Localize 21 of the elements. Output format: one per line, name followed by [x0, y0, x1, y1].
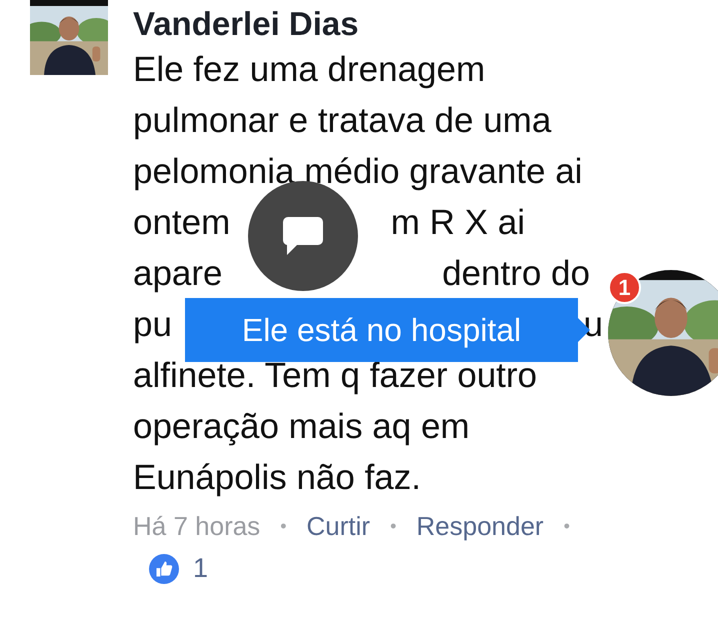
author-name[interactable]: Vanderlei Dias [133, 4, 603, 44]
comment-text: apare [133, 253, 223, 295]
comment-text: Ele fez uma drenagem [133, 49, 486, 91]
separator-dot: • [390, 515, 396, 538]
message-icon [283, 217, 323, 255]
comment-text: pu [133, 304, 172, 346]
comment-text: operação mais aq em [133, 406, 470, 448]
action-link[interactable]: Curtir [306, 509, 370, 543]
like-count: 1 [193, 553, 208, 584]
action-link[interactable]: Responder [416, 509, 544, 543]
separator-dot: • [564, 515, 570, 538]
comment-text: ontem [133, 202, 230, 244]
unread-badge: 1 [608, 271, 641, 304]
comment-text: dentro do [442, 253, 590, 295]
like-icon [149, 554, 179, 584]
separator-dot: • [280, 515, 286, 538]
comment-text: pulmonar e tratava de uma [133, 100, 552, 142]
comment-text: m R X ai [390, 202, 525, 244]
timestamp: Há 7 horas [133, 510, 260, 543]
comment-text: pelomonia médio gravante ai [133, 151, 582, 193]
comment-text: Eunápolis não faz. [133, 457, 421, 499]
